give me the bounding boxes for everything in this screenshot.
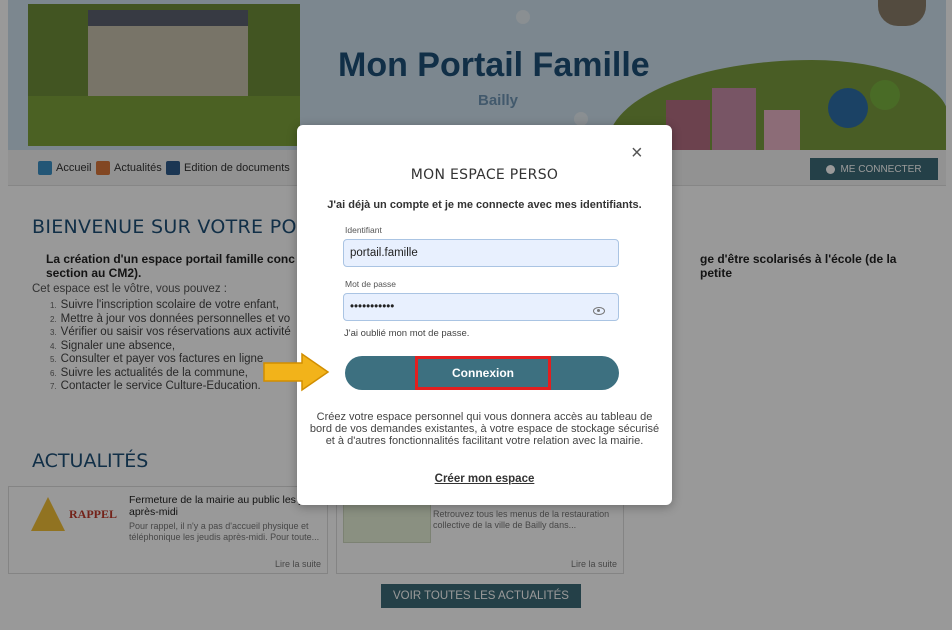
identifiant-input[interactable]: portail.famille (343, 239, 619, 267)
password-label: Mot de passe (345, 279, 397, 289)
forgot-password-link[interactable]: J'ai oublié mon mot de passe. (344, 328, 469, 339)
create-account-text: Créez votre espace personnel qui vous do… (309, 411, 660, 447)
connexion-highlight[interactable]: Connexion (415, 356, 551, 390)
connexion-label: Connexion (452, 366, 514, 380)
eye-icon[interactable] (593, 307, 605, 315)
identifiant-label: Identifiant (345, 225, 382, 235)
modal-title: MON ESPACE PERSO (410, 167, 559, 183)
create-account-link[interactable]: Créer mon espace (297, 473, 672, 485)
login-modal: × MON ESPACE PERSO J'ai déjà un compte e… (297, 125, 672, 505)
close-icon[interactable]: × (631, 143, 643, 163)
modal-subtitle: J'ai déjà un compte et je me connecte av… (327, 199, 642, 211)
arrow-right-icon (263, 352, 330, 392)
password-input[interactable]: ••••••••••• (343, 293, 619, 321)
